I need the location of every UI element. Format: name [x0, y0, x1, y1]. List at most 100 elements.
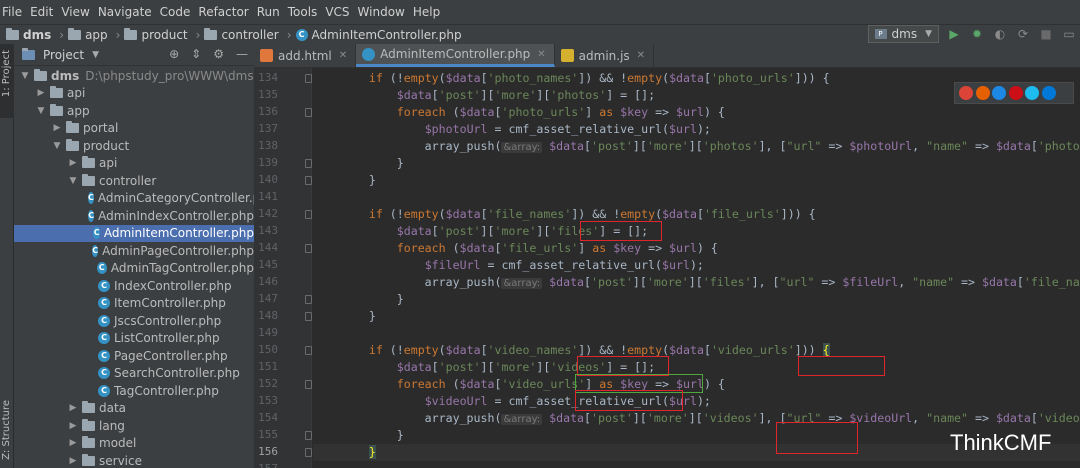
- fold-marker-icon[interactable]: [305, 380, 312, 389]
- code-area[interactable]: } } array_push(&array: $data['post']['mo…: [313, 68, 1080, 468]
- breadcrumb-item-file[interactable]: C AdminItemController.php: [295, 28, 462, 42]
- fold-marker-icon[interactable]: [305, 346, 312, 355]
- tree-item-tagcontroller-php[interactable]: C TagController.php: [14, 382, 254, 400]
- fold-marker-icon[interactable]: [305, 244, 312, 253]
- fold-marker-icon[interactable]: [305, 176, 312, 185]
- fold-marker-icon[interactable]: [305, 74, 312, 83]
- tree-item-portal[interactable]: ▶ portal: [14, 120, 254, 138]
- tree-item-api[interactable]: ▶ api: [14, 85, 254, 103]
- tree-item-jscscontroller-php[interactable]: C JscsController.php: [14, 312, 254, 330]
- chevron-right-icon[interactable]: ▶: [68, 158, 78, 168]
- breadcrumb-item-controller[interactable]: controller: [204, 27, 279, 42]
- structure-tool-button[interactable]: Z: Structure: [0, 400, 14, 468]
- menu-item-file[interactable]: File: [2, 5, 22, 19]
- tab-add-html[interactable]: add.html ✕: [254, 44, 357, 67]
- fold-marker-icon[interactable]: [305, 108, 312, 117]
- code-token: (: [438, 343, 446, 357]
- menu-item-vcs[interactable]: VCS: [325, 5, 349, 19]
- fold-marker-icon[interactable]: [305, 312, 312, 321]
- menu-item-run[interactable]: Run: [257, 5, 280, 19]
- menu-item-refactor[interactable]: Refactor: [198, 5, 248, 19]
- tree-item-admintagcontroller-php[interactable]: C AdminTagController.php: [14, 260, 254, 278]
- rerun-icon[interactable]: ⟳: [1016, 27, 1030, 41]
- stop-icon[interactable]: ■: [1039, 27, 1053, 41]
- menu-item-edit[interactable]: Edit: [30, 5, 53, 19]
- menu-item-tools[interactable]: Tools: [288, 5, 318, 19]
- tree-item-searchcontroller-php[interactable]: C SearchController.php: [14, 365, 254, 383]
- tree-item-api[interactable]: ▶ api: [14, 155, 254, 173]
- chevron-right-icon[interactable]: ▶: [52, 123, 62, 133]
- gear-icon[interactable]: ⚙: [213, 47, 224, 61]
- tree-item-pagecontroller-php[interactable]: C PageController.php: [14, 347, 254, 365]
- tree-item-adminpagecontroller-php[interactable]: C AdminPageController.php: [14, 242, 254, 260]
- close-icon[interactable]: ✕: [537, 49, 545, 60]
- firefox-icon[interactable]: [975, 86, 990, 100]
- code-token: 'post': [438, 88, 481, 102]
- ie-icon[interactable]: [1025, 86, 1039, 100]
- collapse-all-icon[interactable]: ⇕: [191, 47, 201, 61]
- fold-marker-icon[interactable]: [305, 431, 312, 440]
- chevron-right-icon[interactable]: ▶: [36, 88, 46, 98]
- breadcrumb-item-app[interactable]: app: [68, 27, 108, 42]
- chevron-down-icon[interactable]: ▼: [20, 71, 30, 81]
- menu-item-navigate[interactable]: Navigate: [98, 5, 152, 19]
- breadcrumb-item-dms[interactable]: dms: [6, 27, 51, 42]
- edge-icon[interactable]: [1041, 86, 1056, 100]
- tree-item-dms[interactable]: ▼ dms D:\phpstudy_pro\WWW\dms: [14, 67, 254, 85]
- tree-item-indexcontroller-php[interactable]: C IndexController.php: [14, 277, 254, 295]
- tree-item-data[interactable]: ▶ data: [14, 400, 254, 418]
- tab-adminitemcontroller-php[interactable]: AdminItemController.php ✕: [356, 44, 555, 67]
- tree-item-adminindexcontroller-php[interactable]: C AdminIndexController.php: [14, 207, 254, 225]
- chevron-down-icon[interactable]: ▼: [36, 106, 46, 116]
- close-icon[interactable]: ✕: [339, 50, 347, 61]
- close-icon[interactable]: ✕: [637, 50, 645, 61]
- menu-item-help[interactable]: Help: [413, 5, 440, 19]
- run-configuration-select[interactable]: P dms ▼: [867, 25, 939, 43]
- code-line: array_push(&array: $data['post']['more']…: [313, 274, 1080, 291]
- tree-item-service[interactable]: ▶ service: [14, 452, 254, 468]
- code-token: 'video_urls': [501, 377, 586, 391]
- fold-marker-icon[interactable]: [305, 159, 312, 168]
- menu-item-view[interactable]: View: [61, 5, 89, 19]
- chevron-down-icon[interactable]: ▼: [68, 176, 78, 186]
- run-icon[interactable]: ▶: [947, 27, 961, 41]
- code-token: $url: [676, 105, 704, 119]
- fold-marker-icon[interactable]: [305, 448, 312, 457]
- project-tool-button[interactable]: 1: Project: [0, 44, 14, 118]
- line-number-gutter: 134 135 136 137 138 139 140 141 142 143 144 145 146 1…: [254, 68, 312, 468]
- tree-item-lang[interactable]: ▶ lang: [14, 417, 254, 435]
- toolbar-more-icon[interactable]: ▭: [1062, 27, 1076, 41]
- chevron-right-icon[interactable]: ▶: [68, 438, 78, 448]
- fold-marker-icon[interactable]: [305, 210, 312, 219]
- fold-marker-icon[interactable]: [305, 295, 312, 304]
- code-token: "url": [786, 139, 822, 153]
- tree-item-adminitemcontroller-php[interactable]: C AdminItemController.php: [14, 224, 254, 242]
- tree-item-model[interactable]: ▶ model: [14, 435, 254, 453]
- hide-icon[interactable]: —: [236, 47, 248, 61]
- tree-item-controller[interactable]: ▼ controller: [14, 172, 254, 190]
- tab-admin-js[interactable]: admin.js ✕: [555, 44, 655, 67]
- safari-icon[interactable]: [992, 86, 1006, 100]
- opera-icon[interactable]: [1008, 86, 1023, 100]
- code-token: =>: [821, 139, 850, 153]
- menu-item-window[interactable]: Window: [358, 5, 405, 19]
- chrome-icon[interactable]: [959, 86, 973, 100]
- breadcrumb-item-product[interactable]: product: [124, 27, 188, 42]
- tree-item-admincategorycontroller-p[interactable]: C AdminCategoryController.p: [14, 190, 254, 208]
- tree-item-itemcontroller-php[interactable]: C ItemController.php: [14, 295, 254, 313]
- chevron-right-icon[interactable]: ▶: [68, 403, 78, 413]
- tree-item-product[interactable]: ▼ product: [14, 137, 254, 155]
- chevron-down-icon[interactable]: ▼: [92, 50, 99, 60]
- chevron-right-icon[interactable]: ▶: [68, 421, 78, 431]
- tree-item-app[interactable]: ▼ app: [14, 102, 254, 120]
- code-token: =>: [968, 411, 996, 425]
- code-token: 'more': [646, 139, 689, 153]
- menu-item-code[interactable]: Code: [160, 5, 191, 19]
- tree-item-listcontroller-php[interactable]: C ListController.php: [14, 330, 254, 348]
- locate-icon[interactable]: ⊕: [169, 47, 179, 61]
- coverage-icon[interactable]: ◐: [993, 27, 1007, 41]
- debug-icon[interactable]: ✹: [970, 27, 984, 41]
- chevron-down-icon[interactable]: ▼: [52, 141, 62, 151]
- chevron-right-icon[interactable]: ▶: [68, 456, 78, 466]
